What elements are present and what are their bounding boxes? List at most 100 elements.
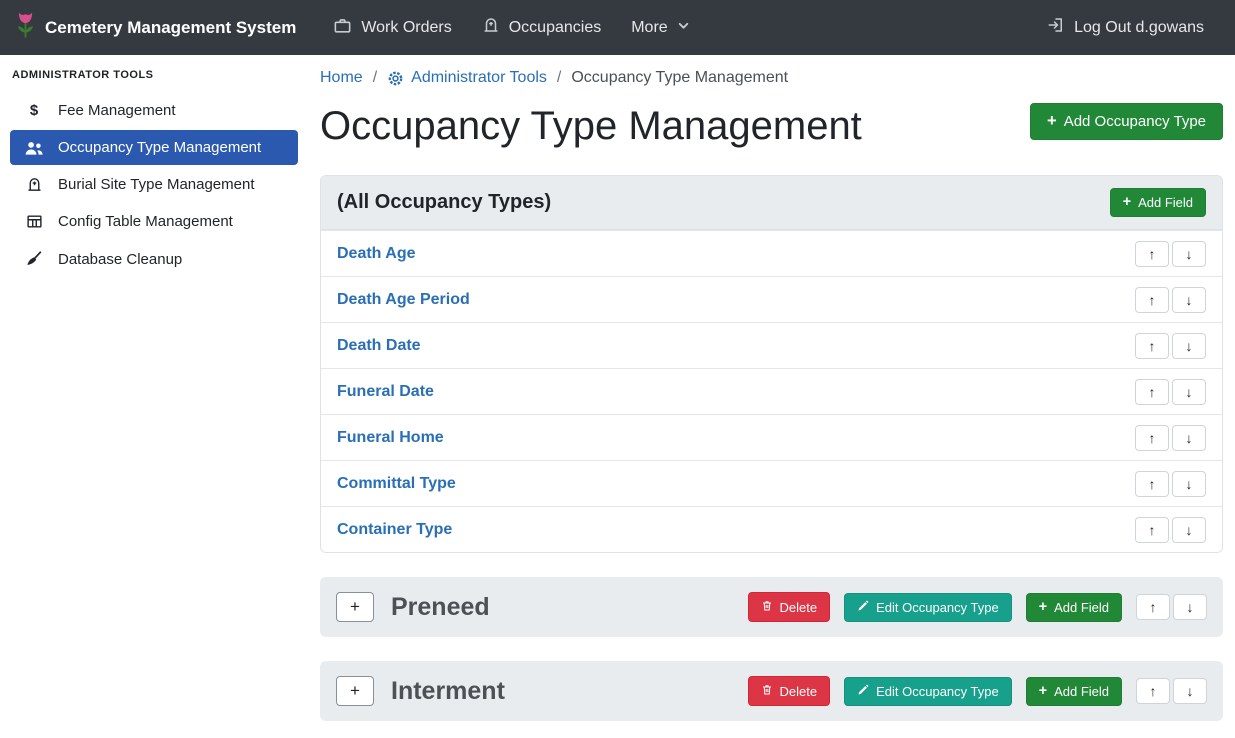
plus-icon: +: [1123, 195, 1131, 209]
briefcase-icon: [333, 16, 352, 40]
logout-link[interactable]: Log Out d.gowans: [1032, 8, 1219, 47]
edit-occupancy-type-button[interactable]: Edit Occupancy Type: [844, 593, 1012, 622]
sidebar-item-label: Fee Management: [58, 102, 176, 119]
field-link-death-date[interactable]: Death Date: [337, 337, 421, 355]
add-occupancy-type-button[interactable]: + Add Occupancy Type: [1030, 103, 1223, 140]
reorder-controls: ↑ ↓: [1136, 594, 1207, 620]
admin-tools-sidebar: ADMINISTRATOR TOOLS $ Fee Management Occ…: [0, 55, 308, 738]
field-link-death-age-period[interactable]: Death Age Period: [337, 291, 470, 309]
edit-occupancy-type-button[interactable]: Delete Edit Occupancy Type: [844, 677, 1012, 706]
sidebar-item-label: Database Cleanup: [58, 251, 182, 268]
trash-icon: [761, 683, 773, 699]
breadcrumb-home-link[interactable]: Home: [320, 69, 363, 87]
edit-label: Edit Occupancy Type: [876, 684, 999, 699]
gear-icon: [387, 70, 404, 87]
add-field-label: Add Field: [1138, 195, 1193, 210]
reorder-controls: ↑ ↓: [1135, 241, 1206, 267]
field-row: Committal Type ↑ ↓: [321, 460, 1222, 506]
section-actions: Delete Edit Occupancy Type + Add Field: [748, 592, 1207, 622]
delete-occupancy-type-button[interactable]: Delete: [748, 676, 831, 706]
reorder-controls: ↑ ↓: [1135, 379, 1206, 405]
move-down-button[interactable]: ↓: [1172, 287, 1206, 313]
sidebar-item-fee-management[interactable]: $ Fee Management: [10, 93, 298, 128]
nav-more-menu[interactable]: More: [616, 11, 704, 45]
move-down-button[interactable]: ↓: [1173, 678, 1207, 704]
all-occupancy-types-header: (All Occupancy Types) + Add Field: [321, 176, 1222, 230]
reorder-controls: ↑ ↓: [1135, 425, 1206, 451]
users-icon: [23, 140, 45, 156]
expand-section-button[interactable]: +: [336, 592, 374, 622]
field-row: Death Age ↑ ↓: [321, 230, 1222, 276]
chevron-down-icon: [677, 19, 690, 37]
field-link-committal-type[interactable]: Committal Type: [337, 475, 456, 493]
move-down-button[interactable]: ↓: [1172, 333, 1206, 359]
field-link-funeral-home[interactable]: Funeral Home: [337, 429, 444, 447]
all-occupancy-types-title: (All Occupancy Types): [337, 191, 551, 214]
move-down-button[interactable]: ↓: [1172, 471, 1206, 497]
plus-icon: +: [1039, 684, 1047, 698]
move-down-button[interactable]: ↓: [1172, 517, 1206, 543]
nav-more-label: More: [631, 19, 667, 37]
breadcrumb: Home / Administrator Tools / Occupancy T…: [320, 69, 1223, 87]
move-down-button[interactable]: ↓: [1173, 594, 1207, 620]
field-link-funeral-date[interactable]: Funeral Date: [337, 383, 434, 401]
add-field-button[interactable]: + Add Field: [1026, 677, 1122, 706]
field-row: Container Type ↑ ↓: [321, 506, 1222, 552]
move-up-button[interactable]: ↑: [1135, 333, 1169, 359]
pencil-icon: [857, 600, 869, 615]
move-up-button[interactable]: ↑: [1135, 379, 1169, 405]
add-occupancy-type-label: Add Occupancy Type: [1064, 113, 1206, 130]
field-link-container-type[interactable]: Container Type: [337, 521, 452, 539]
sidebar-item-database-cleanup[interactable]: Database Cleanup: [10, 241, 298, 277]
plus-icon: +: [1047, 113, 1057, 130]
nav-work-orders-label: Work Orders: [361, 19, 451, 37]
move-up-button[interactable]: ↑: [1135, 517, 1169, 543]
app-title: Cemetery Management System: [45, 18, 296, 38]
table-icon: [23, 213, 45, 230]
top-navbar: Cemetery Management System Work Orders O…: [0, 0, 1235, 55]
breadcrumb-current: Occupancy Type Management: [571, 69, 788, 87]
breadcrumb-separator: /: [373, 69, 377, 87]
nav-occupancies-label: Occupancies: [509, 19, 602, 37]
section-title: Interment: [391, 677, 748, 706]
add-field-button[interactable]: + Add Field: [1110, 188, 1206, 217]
app-brand[interactable]: Cemetery Management System: [16, 10, 296, 45]
reorder-controls: ↑ ↓: [1136, 678, 1207, 704]
sidebar-item-config-table-management[interactable]: Config Table Management: [10, 204, 298, 239]
move-up-button[interactable]: ↑: [1135, 241, 1169, 267]
nav-occupancies[interactable]: Occupancies: [467, 8, 617, 47]
pencil-icon: [857, 684, 869, 699]
tombstone-icon: [482, 16, 500, 39]
reorder-controls: ↑ ↓: [1135, 471, 1206, 497]
plus-icon: +: [1039, 600, 1047, 614]
add-field-label: Add Field: [1054, 600, 1109, 615]
occupancy-type-section-preneed: + Preneed Delete: [320, 577, 1223, 637]
move-up-button[interactable]: ↑: [1136, 678, 1170, 704]
move-up-button[interactable]: ↑: [1135, 471, 1169, 497]
nav-work-orders[interactable]: Work Orders: [318, 8, 466, 48]
move-up-button[interactable]: ↑: [1135, 287, 1169, 313]
breadcrumb-separator: /: [557, 69, 561, 87]
field-row: Death Age Period ↑ ↓: [321, 276, 1222, 322]
sidebar-item-occupancy-type-management[interactable]: Occupancy Type Management: [10, 130, 298, 165]
section-title: Preneed: [391, 593, 748, 622]
delete-label: Delete: [780, 600, 818, 615]
sidebar-heading: ADMINISTRATOR TOOLS: [10, 65, 298, 93]
sidebar-item-label: Config Table Management: [58, 213, 233, 230]
occupancy-type-section-interment: + Interment Delete: [320, 661, 1223, 721]
tombstone-icon: [23, 176, 45, 193]
breadcrumb-admin-tools-link[interactable]: Administrator Tools: [387, 69, 547, 87]
reorder-controls: ↑ ↓: [1135, 333, 1206, 359]
move-down-button[interactable]: ↓: [1172, 241, 1206, 267]
sidebar-item-burial-site-type-management[interactable]: Burial Site Type Management: [10, 167, 298, 202]
move-up-button[interactable]: ↑: [1136, 594, 1170, 620]
dollar-icon: $: [23, 102, 45, 119]
move-down-button[interactable]: ↓: [1172, 379, 1206, 405]
add-field-button[interactable]: + Add Field: [1026, 593, 1122, 622]
delete-label: Delete: [780, 684, 818, 699]
move-up-button[interactable]: ↑: [1135, 425, 1169, 451]
expand-section-button[interactable]: +: [336, 676, 374, 706]
field-link-death-age[interactable]: Death Age: [337, 245, 416, 263]
move-down-button[interactable]: ↓: [1172, 425, 1206, 451]
delete-occupancy-type-button[interactable]: Delete: [748, 592, 831, 622]
